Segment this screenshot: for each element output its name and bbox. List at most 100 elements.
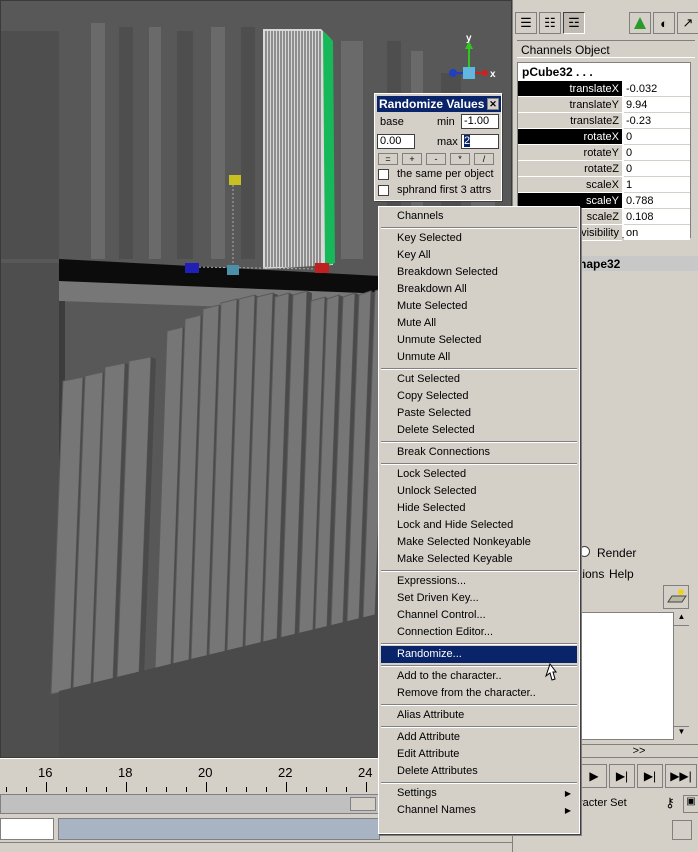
channel-value[interactable]: 0.788 bbox=[624, 193, 690, 209]
menu-item-breakdown-all[interactable]: Breakdown All bbox=[381, 281, 577, 298]
menu-item-key-selected[interactable]: Key Selected bbox=[381, 230, 577, 247]
scroll-up-icon[interactable]: ▲ bbox=[674, 612, 689, 626]
menu-item-break-connections[interactable]: Break Connections bbox=[381, 444, 577, 461]
time-slider[interactable]: 16 18 20 22 24 bbox=[0, 758, 380, 792]
menu-item-unlock-selected[interactable]: Unlock Selected bbox=[381, 483, 577, 500]
channel-row-scaleX[interactable]: scaleX 1 bbox=[518, 177, 690, 193]
layer-options-menu[interactable]: tions bbox=[579, 567, 604, 581]
menu-item-breakdown-selected[interactable]: Breakdown Selected bbox=[381, 264, 577, 281]
menu-item-settings[interactable]: Settings ▶ bbox=[381, 785, 577, 802]
channel-value[interactable]: 0.108 bbox=[624, 209, 690, 225]
channel-row-translateY[interactable]: translateY 9.94 bbox=[518, 97, 690, 113]
channel-name[interactable]: rotateX bbox=[518, 129, 622, 145]
menu-item-cut-selected[interactable]: Cut Selected bbox=[381, 371, 577, 388]
channel-row-rotateY[interactable]: rotateY 0 bbox=[518, 145, 690, 161]
menu-item-delete-attributes[interactable]: Delete Attributes bbox=[381, 763, 577, 780]
script-editor-icon[interactable] bbox=[672, 820, 692, 840]
operator-button[interactable]: / bbox=[474, 153, 494, 165]
expand-chevrons[interactable]: >> bbox=[579, 744, 698, 758]
menu-item-copy-selected[interactable]: Copy Selected bbox=[381, 388, 577, 405]
menu-item-delete-selected[interactable]: Delete Selected bbox=[381, 422, 577, 439]
menu-channels[interactable]: Channels bbox=[521, 43, 572, 57]
go-to-end-icon[interactable]: ▶▶| bbox=[665, 764, 697, 788]
layer-scrollbar[interactable]: ▲ ▼ bbox=[673, 612, 689, 740]
base-field[interactable]: 0.00 bbox=[377, 134, 415, 149]
menu-item-set-driven-key[interactable]: Set Driven Key... bbox=[381, 590, 577, 607]
menu-item-paste-selected[interactable]: Paste Selected bbox=[381, 405, 577, 422]
menu-item-make-selected-keyable[interactable]: Make Selected Keyable bbox=[381, 551, 577, 568]
menu-item-key-all[interactable]: Key All bbox=[381, 247, 577, 264]
menu-item-lock-and-hide-selected[interactable]: Lock and Hide Selected bbox=[381, 517, 577, 534]
channel-value[interactable]: 9.94 bbox=[624, 97, 690, 113]
close-icon[interactable]: ✕ bbox=[487, 98, 499, 110]
operator-button[interactable]: * bbox=[450, 153, 470, 165]
channel-name[interactable]: translateY bbox=[518, 97, 622, 113]
max-field[interactable]: 2 bbox=[461, 134, 499, 149]
menu-item-hide-selected[interactable]: Hide Selected bbox=[381, 500, 577, 517]
sphrand-checkbox[interactable] bbox=[378, 185, 389, 196]
same-per-object-checkbox[interactable] bbox=[378, 169, 389, 180]
channel-value[interactable]: -0.23 bbox=[624, 113, 690, 129]
operator-button[interactable]: - bbox=[426, 153, 446, 165]
channel-row-translateX[interactable]: translateX -0.032 bbox=[518, 81, 690, 97]
menu-item-channel-names[interactable]: Channel Names ▶ bbox=[381, 802, 577, 819]
channel-value[interactable]: -0.032 bbox=[624, 81, 690, 97]
attribute-icon[interactable]: ☲ bbox=[563, 12, 585, 34]
channel-name[interactable]: rotateY bbox=[518, 145, 622, 161]
menu-object[interactable]: Object bbox=[575, 43, 610, 57]
channel-name[interactable]: scaleX bbox=[518, 177, 622, 193]
channel-value[interactable]: 0 bbox=[624, 161, 690, 177]
menu-item-randomize[interactable]: Randomize... bbox=[381, 646, 577, 663]
object-name[interactable]: pCube32 . . . bbox=[522, 65, 593, 79]
layer-help-menu[interactable]: Help bbox=[609, 567, 634, 581]
menu-item-expressions[interactable]: Expressions... bbox=[381, 573, 577, 590]
dialog-title-bar[interactable]: Randomize Values ✕ bbox=[377, 96, 501, 112]
new-layer-button[interactable] bbox=[663, 585, 689, 609]
range-slider-handle[interactable] bbox=[350, 797, 376, 811]
channel-name[interactable]: translateZ bbox=[518, 113, 622, 129]
channel-box-icon[interactable]: ☰ bbox=[515, 12, 537, 34]
menu-item-connection-editor[interactable]: Connection Editor... bbox=[381, 624, 577, 641]
channel-row-rotateX[interactable]: rotateX 0 bbox=[518, 129, 690, 145]
layer-editor-icon[interactable]: ☷ bbox=[539, 12, 561, 34]
operator-button[interactable]: + bbox=[402, 153, 422, 165]
command-line[interactable] bbox=[0, 818, 54, 840]
menu-item-unmute-selected[interactable]: Unmute Selected bbox=[381, 332, 577, 349]
channel-name[interactable]: rotateZ bbox=[518, 161, 622, 177]
menu-item-unmute-all[interactable]: Unmute All bbox=[381, 349, 577, 366]
menu-item-channel-control[interactable]: Channel Control... bbox=[381, 607, 577, 624]
channel-name[interactable]: translateX bbox=[518, 81, 622, 97]
min-field[interactable]: -1.00 bbox=[461, 114, 499, 129]
render-icon[interactable]: ◐ bbox=[653, 12, 675, 34]
next-key-icon[interactable]: ▶| bbox=[637, 764, 663, 788]
channel-value[interactable]: 0 bbox=[624, 129, 690, 145]
character-set-label[interactable]: racter Set bbox=[579, 797, 627, 809]
key-icon[interactable]: ⚷ bbox=[659, 795, 681, 813]
range-slider[interactable] bbox=[0, 794, 380, 814]
menu-item-alias-attribute[interactable]: Alias Attribute bbox=[381, 707, 577, 724]
channel-value[interactable]: 0 bbox=[624, 145, 690, 161]
max-label: max bbox=[437, 136, 458, 148]
menu-item-mute-selected[interactable]: Mute Selected bbox=[381, 298, 577, 315]
menu-item-remove-from-the-character[interactable]: Remove from the character.. bbox=[381, 685, 577, 702]
menu-item-mute-all[interactable]: Mute All bbox=[381, 315, 577, 332]
menu-item-make-selected-nonkeyable[interactable]: Make Selected Nonkeyable bbox=[381, 534, 577, 551]
prefs-icon[interactable]: ▣ bbox=[683, 795, 698, 813]
timeline-tick bbox=[166, 787, 167, 792]
menu-item-lock-selected[interactable]: Lock Selected bbox=[381, 466, 577, 483]
move-icon[interactable] bbox=[629, 12, 651, 34]
arrow-icon[interactable]: ↗ bbox=[677, 12, 698, 34]
play-forward-icon[interactable]: ▶ bbox=[581, 764, 607, 788]
shape-name[interactable]: hape32 bbox=[579, 257, 620, 271]
scroll-down-icon[interactable]: ▼ bbox=[674, 726, 689, 740]
channel-value[interactable]: 1 bbox=[624, 177, 690, 193]
channel-value[interactable]: on bbox=[624, 225, 690, 241]
menu-item-channels[interactable]: Channels bbox=[381, 208, 577, 225]
channel-row-translateZ[interactable]: translateZ -0.23 bbox=[518, 113, 690, 129]
operator-button[interactable]: = bbox=[378, 153, 398, 165]
menu-item-edit-attribute[interactable]: Edit Attribute bbox=[381, 746, 577, 763]
menu-item-add-attribute[interactable]: Add Attribute bbox=[381, 729, 577, 746]
step-forward-icon[interactable]: ▶| bbox=[609, 764, 635, 788]
channel-row-rotateZ[interactable]: rotateZ 0 bbox=[518, 161, 690, 177]
render-radio[interactable] bbox=[579, 546, 590, 557]
